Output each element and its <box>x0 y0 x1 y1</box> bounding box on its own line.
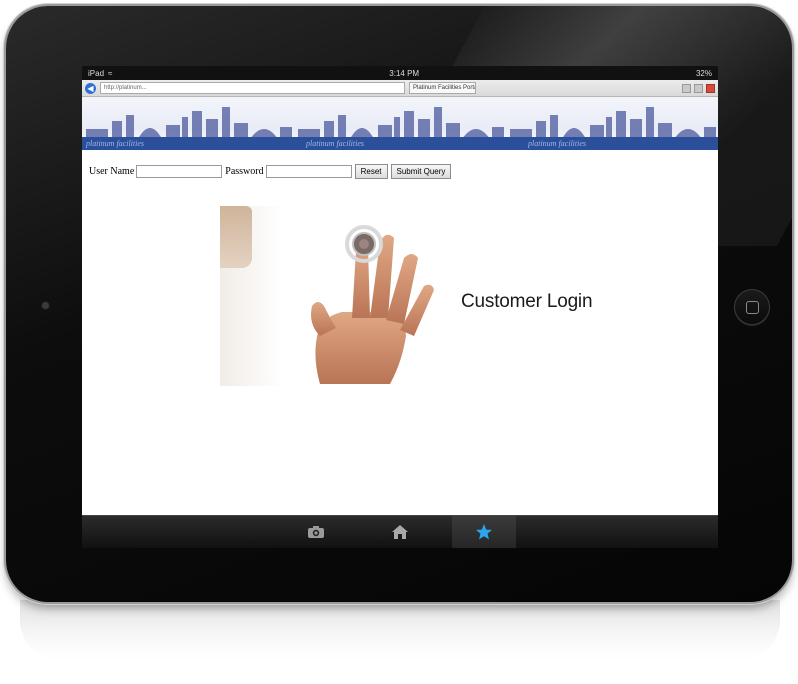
browser-toolbar: ◀ http://platinum... Platinum Facilities… <box>82 80 718 97</box>
username-label: User Name <box>89 166 135 177</box>
status-bar: iPad ≈ 3:14 PM 32% <box>82 66 718 80</box>
banner-text: platinum facilities <box>86 139 144 148</box>
banner-text: platinum facilities <box>528 139 586 148</box>
bottom-dock <box>82 515 718 548</box>
hand-illustration <box>311 225 434 384</box>
page-heading: Customer Login <box>461 291 593 312</box>
dock-item-home[interactable] <box>368 516 432 548</box>
banner-text: platinum facilities <box>306 139 364 148</box>
browser-tab[interactable]: Platinum Facilities Portal <box>409 82 476 94</box>
close-icon[interactable] <box>706 83 715 93</box>
carrier-label: iPad <box>88 68 105 78</box>
password-label: Password <box>225 166 264 177</box>
fingerprint-hero-image <box>220 206 438 386</box>
battery-indicator: 32% <box>695 68 712 78</box>
minimize-icon[interactable] <box>682 83 691 93</box>
wifi-icon: ≈ <box>108 68 113 78</box>
address-bar[interactable]: http://platinum... <box>100 82 405 94</box>
maximize-icon[interactable] <box>694 83 703 93</box>
status-time: 3:14 PM <box>389 68 420 78</box>
banner-strip: platinum facilities platinum facilities … <box>82 137 718 150</box>
login-form: User Name Password Reset Submit Query <box>89 164 454 179</box>
reset-button[interactable]: Reset <box>354 164 388 179</box>
floor-reflection <box>20 600 780 660</box>
site-banner: platinum facilities platinum facilities … <box>82 97 718 150</box>
back-arrow-icon[interactable]: ◀ <box>85 82 96 94</box>
ipad-device: iPad ≈ 3:14 PM 32% ◀ http://platinum... … <box>6 6 792 602</box>
star-icon <box>476 524 492 540</box>
password-input[interactable] <box>265 165 352 178</box>
home-button[interactable] <box>734 289 770 325</box>
front-camera <box>42 302 49 309</box>
home-icon <box>392 525 408 539</box>
username-input[interactable] <box>136 165 223 178</box>
dock-item-favorites[interactable] <box>452 516 516 548</box>
ipad-screen: iPad ≈ 3:14 PM 32% ◀ http://platinum... … <box>82 66 718 548</box>
submit-button[interactable]: Submit Query <box>390 164 452 179</box>
dock-item-camera[interactable] <box>284 516 348 548</box>
window-controls <box>682 83 715 93</box>
camera-icon <box>308 526 324 538</box>
